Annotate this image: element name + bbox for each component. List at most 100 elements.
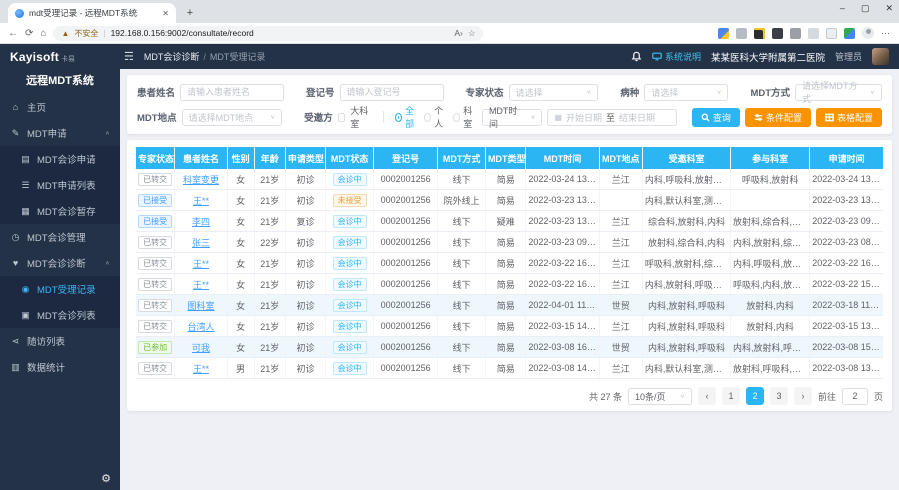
big-dept-checkbox[interactable] bbox=[338, 113, 346, 122]
sidebar-item-0[interactable]: ⌂主页 bbox=[0, 94, 120, 120]
column-header: 申请时间 bbox=[810, 147, 883, 169]
settings-gear-icon[interactable]: ⚙ bbox=[101, 472, 111, 485]
page-button-2[interactable]: 2 bbox=[746, 387, 764, 405]
mdt-mode-select[interactable]: 请选择MDT方式∨ bbox=[795, 84, 882, 101]
sidebar-item-1[interactable]: ✎MDT申请∧ bbox=[0, 120, 120, 146]
filter-panel: 患者姓名 登记号 专家状态 请选择∨ 病种 请选择∨ MDT方式 请选择MD bbox=[127, 75, 892, 134]
expert-status-badge: 已接受 bbox=[138, 215, 172, 228]
sidebar-item-9[interactable]: ⋖随访列表 bbox=[0, 328, 120, 354]
extension-icon[interactable] bbox=[790, 28, 801, 39]
split-screen-icon[interactable] bbox=[826, 28, 837, 39]
extension-icon[interactable] bbox=[754, 28, 765, 39]
patient-name-link[interactable]: 科室变更 bbox=[183, 175, 219, 185]
patient-name-link[interactable]: 张三 bbox=[192, 238, 210, 248]
sidebar-item-7[interactable]: ◉MDT受理记录 bbox=[0, 276, 120, 302]
mdt-location-select[interactable]: 请选择MDT地点∨ bbox=[182, 109, 283, 126]
extension-icon[interactable] bbox=[718, 28, 729, 39]
favorite-star-icon[interactable]: ☆ bbox=[468, 28, 476, 39]
patient-name-link[interactable]: 图科室 bbox=[187, 301, 214, 311]
extension-icon[interactable] bbox=[736, 28, 747, 39]
column-header: 患者姓名 bbox=[175, 147, 227, 169]
screen: mdt受理记录 - 远程MDT系统 ✕ + – ▢ ✕ ← ⟳ ⌂ ▲ 不安全 … bbox=[0, 0, 899, 490]
table-row: 已接受王**女21岁初诊未接受0002001256院外线上简易2022-03-2… bbox=[136, 190, 883, 211]
condition-config-button[interactable]: 条件配置 bbox=[745, 108, 811, 127]
invitee-radio-person[interactable]: 个人 bbox=[424, 104, 448, 130]
clock-icon: ◷ bbox=[10, 232, 21, 243]
system-help-link[interactable]: 系统说明 bbox=[652, 50, 701, 63]
back-icon[interactable]: ← bbox=[8, 28, 18, 39]
sidebar-item-8[interactable]: ▣MDT会诊列表 bbox=[0, 302, 120, 328]
sidebar-item-3[interactable]: ☰MDT申请列表 bbox=[0, 172, 120, 198]
time-type-select[interactable]: MDT时间∨ bbox=[482, 109, 543, 126]
goto-page-input[interactable] bbox=[842, 388, 868, 405]
patient-name-link[interactable]: 王** bbox=[193, 259, 209, 269]
maximize-button[interactable]: ▢ bbox=[861, 3, 870, 14]
page-button-1[interactable]: 1 bbox=[722, 387, 740, 405]
mdt-status-badge: 未接受 bbox=[333, 194, 367, 207]
page-button-3[interactable]: 3 bbox=[770, 387, 788, 405]
browser-profile-avatar[interactable] bbox=[862, 27, 874, 39]
table-row: 已转交王**女21岁初诊会诊中0002001256线下简易2022-03-22 … bbox=[136, 274, 883, 295]
refresh-icon[interactable]: ⟳ bbox=[25, 28, 33, 39]
edit-icon: ✎ bbox=[10, 128, 21, 139]
extension-icon[interactable] bbox=[772, 28, 783, 39]
sidebar-item-10[interactable]: ▥数据统计 bbox=[0, 354, 120, 380]
total-count: 共 27 条 bbox=[589, 390, 622, 403]
table-row: 已接受李四女21岁复诊会诊中0002001256线下疑难2022-03-23 1… bbox=[136, 211, 883, 232]
expert-status-badge: 已转交 bbox=[138, 236, 172, 249]
user-avatar[interactable] bbox=[872, 48, 889, 65]
sidebar-item-5[interactable]: ◷MDT会诊管理 bbox=[0, 224, 120, 250]
list-icon: ☰ bbox=[20, 180, 31, 191]
search-button[interactable]: 查询 bbox=[692, 108, 740, 127]
collapse-sidebar-icon[interactable]: ☴ bbox=[124, 50, 134, 63]
table-config-button[interactable]: 表格配置 bbox=[816, 108, 882, 127]
search-icon bbox=[701, 113, 710, 122]
invitee-radio-all[interactable]: 全部 bbox=[395, 104, 419, 130]
browser-tab[interactable]: mdt受理记录 - 远程MDT系统 ✕ bbox=[8, 3, 176, 23]
invitee-radio-dept[interactable]: 科室 bbox=[453, 104, 477, 130]
patient-name-link[interactable]: 王** bbox=[193, 280, 209, 290]
chevron-down-icon: ∨ bbox=[716, 89, 721, 95]
records-table-card: 专家状态患者姓名性别年龄申请类型MDT状态登记号MDT方式MDT类型MDT时间M… bbox=[127, 140, 892, 411]
patient-name-link[interactable]: 可我 bbox=[192, 343, 210, 353]
expert-status-badge: 已转交 bbox=[138, 278, 172, 291]
patient-name-input[interactable] bbox=[180, 84, 284, 101]
calendar-icon: ▦ bbox=[554, 113, 562, 122]
archive-icon: ▦ bbox=[20, 206, 31, 217]
expert-status-select[interactable]: 请选择∨ bbox=[509, 84, 599, 101]
extension-icon[interactable] bbox=[808, 28, 819, 39]
prev-page-button[interactable]: ‹ bbox=[698, 387, 716, 405]
next-page-button[interactable]: › bbox=[794, 387, 812, 405]
patient-name-link[interactable]: 台湾人 bbox=[187, 322, 214, 332]
minimize-button[interactable]: – bbox=[840, 3, 845, 14]
notification-bell-icon[interactable] bbox=[631, 51, 642, 62]
register-no-input[interactable] bbox=[340, 84, 444, 101]
new-tab-button[interactable]: + bbox=[182, 5, 198, 21]
url-field[interactable]: ▲ 不安全 | 192.168.0.156:9002/consultate/re… bbox=[53, 26, 483, 41]
patient-name-link[interactable]: 王** bbox=[193, 196, 209, 206]
close-window-button[interactable]: ✕ bbox=[885, 3, 893, 14]
doc-icon: ▤ bbox=[20, 154, 31, 165]
patient-name-link[interactable]: 李四 bbox=[192, 217, 210, 227]
chevron-down-icon: ∨ bbox=[530, 114, 535, 120]
page-size-select[interactable]: 10条/页∨ bbox=[628, 388, 692, 405]
table-header-row: 专家状态患者姓名性别年龄申请类型MDT状态登记号MDT方式MDT类型MDT时间M… bbox=[136, 147, 883, 169]
sidebar-item-4[interactable]: ▦MDT会诊暂存 bbox=[0, 198, 120, 224]
extension-icon[interactable] bbox=[844, 28, 855, 39]
chevron-down-icon: ∨ bbox=[270, 114, 275, 120]
mdt-status-badge: 会诊中 bbox=[333, 215, 367, 228]
disease-select[interactable]: 请选择∨ bbox=[644, 84, 728, 101]
close-tab-icon[interactable]: ✕ bbox=[162, 9, 169, 18]
date-range-picker[interactable]: ▦ 开始日期 至 结束日期 bbox=[547, 109, 676, 126]
sidebar-item-2[interactable]: ▤MDT会诊申请 bbox=[0, 146, 120, 172]
read-aloud-icon[interactable]: A› bbox=[454, 28, 463, 38]
table-row: 已转交王**女21岁初诊会诊中0002001256线下简易2022-03-22 … bbox=[136, 253, 883, 274]
patient-name-link[interactable]: 王** bbox=[193, 364, 209, 374]
chevron-down-icon: ∨ bbox=[586, 89, 591, 95]
sidebar-item-6[interactable]: ♥MDT会诊诊断∧ bbox=[0, 250, 120, 276]
expert-status-badge: 已转交 bbox=[138, 299, 172, 312]
more-menu-icon[interactable]: ⋯ bbox=[881, 28, 891, 39]
monitor-icon bbox=[652, 52, 662, 61]
page-url: 192.168.0.156:9002/consultate/record bbox=[111, 28, 450, 38]
home-icon[interactable]: ⌂ bbox=[40, 28, 46, 39]
